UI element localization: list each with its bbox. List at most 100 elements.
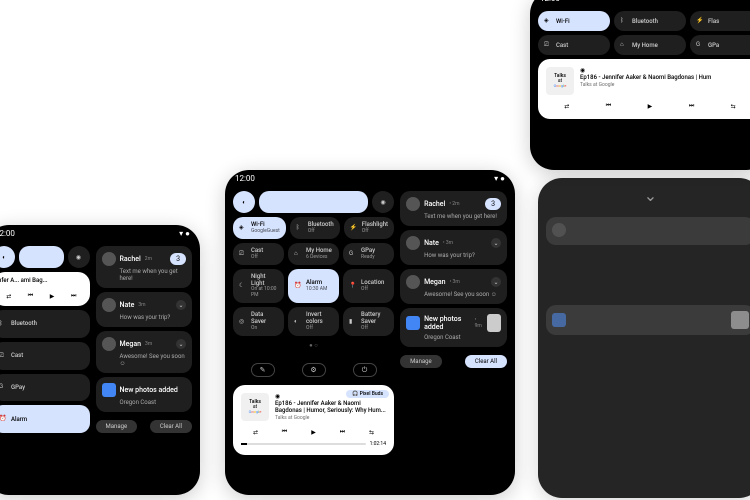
progress-bar[interactable] — [241, 443, 366, 445]
qs-home[interactable]: ⌂My Home — [614, 35, 686, 55]
prev-icon[interactable]: ⏮ — [25, 291, 35, 301]
notif-nate[interactable]: Nate• 3m⌄ How was your trip? — [400, 230, 507, 265]
collapse-handle[interactable]: ⌄ — [538, 178, 750, 213]
qs-flashlight[interactable]: ⚡FlashlightOff — [344, 217, 394, 239]
qs-wifi[interactable]: ◈Wi-Fi — [538, 11, 610, 31]
status-icons: ▾ ● — [494, 174, 505, 183]
qs-cast[interactable]: ⎚Cast — [0, 342, 90, 370]
avatar — [102, 337, 116, 351]
notif-rachel[interactable]: Rachel• 2m3 Text me when you get here! — [400, 191, 507, 226]
notif-nate[interactable]: Nate3m⌄ How was your trip? — [96, 292, 193, 327]
status-bar: 12:00 — [530, 0, 750, 7]
chevron-down-icon[interactable]: ⌄ — [491, 277, 501, 287]
clock: 12:00 — [235, 174, 255, 183]
avatar — [406, 197, 420, 211]
qs-gpay[interactable]: GGPa — [690, 35, 750, 55]
brightness-slider[interactable] — [259, 191, 368, 213]
media-card[interactable]: 🎧 Pixel Buds Talks at Google ◉ Ep186 - J… — [233, 385, 394, 455]
notif-megan[interactable]: Megan3m⌄ Awesome! See you soon ☺ — [96, 331, 193, 373]
alarm-icon: ⏰ — [0, 415, 7, 423]
notif-photos[interactable]: New photos added• 9m Oregon Coast — [400, 308, 507, 347]
settings-button[interactable]: ⚙ — [302, 363, 326, 377]
photos-icon — [406, 316, 420, 330]
play-icon[interactable]: ▶ — [645, 101, 655, 111]
media-subtitle: Talks at Google — [580, 82, 750, 88]
qs-wifi[interactable]: ◈Wi-FiGoogleGuest — [233, 217, 286, 239]
qs-gpay[interactable]: GGPayReady — [343, 243, 394, 265]
qs-gpay[interactable]: GGPay — [0, 374, 90, 402]
invert-icon: ◐ — [294, 318, 302, 326]
media-card[interactable]: Talks at Google ◉ Ep186 - Jennifer Aaker… — [538, 59, 750, 119]
output-badge[interactable]: 🎧 Pixel Buds — [346, 390, 389, 398]
media-title: Ep186 - Jennifer Aaker & Naomi Bagdonas … — [275, 400, 386, 414]
media-card[interactable]: nfer A... ami Bag... ⇄ ⏮ ▶ ⏭ — [0, 272, 90, 306]
qs-datasaver[interactable]: ◎Data SaverOn — [233, 307, 284, 336]
play-icon[interactable]: ▶ — [309, 427, 319, 437]
notif-dimmed-1[interactable] — [546, 217, 750, 245]
brightness-toggle[interactable]: ◐ — [0, 246, 15, 268]
expand-toggle[interactable]: ◉ — [372, 191, 394, 213]
notif-dimmed-2[interactable] — [546, 305, 750, 335]
power-button[interactable]: ⏻ — [353, 363, 377, 377]
next-icon[interactable]: ⏭ — [687, 101, 697, 111]
notif-rachel[interactable]: Rachel2m3 Text me when you get here! — [96, 246, 193, 288]
repeat-icon[interactable]: ⇆ — [367, 427, 377, 437]
qs-invert[interactable]: ◐Invert colorsOff — [288, 307, 339, 336]
media-subtitle: Talks at Google — [275, 415, 386, 421]
qs-bluetooth[interactable]: ᛒBluetoothOff — [290, 217, 340, 239]
repeat-icon[interactable]: ⇆ — [728, 101, 738, 111]
home-icon: ⌂ — [294, 250, 302, 258]
chevron-down-icon[interactable]: ⌄ — [176, 300, 186, 310]
bluetooth-icon: ᛒ — [0, 320, 7, 328]
notif-photos[interactable]: New photos added Oregon Coast — [96, 377, 193, 412]
media-title: Ep186 - Jennifer Aaker & Naomi Bagdonas … — [580, 74, 750, 81]
google-logo: Google — [249, 410, 262, 414]
tablet-center: 12:00 ▾ ● ◐ ◉ ◈Wi-FiGoogleGuest ᛒBluetoo… — [225, 170, 515, 495]
shuffle-icon[interactable]: ⇄ — [251, 427, 261, 437]
location-icon: 📍 — [349, 282, 357, 290]
edit-button[interactable]: ✎ — [251, 363, 275, 377]
clear-all-button[interactable]: Clear All — [465, 355, 507, 368]
qs-nightlight[interactable]: ☾Night LightOn at 10:00 PM — [233, 269, 284, 303]
qs-flashlight[interactable]: ⚡Flas — [690, 11, 750, 31]
shuffle-icon[interactable]: ⇄ — [4, 291, 14, 301]
media-title: nfer A... ami Bag... — [0, 277, 85, 284]
chevron-down-icon[interactable]: ⌄ — [176, 339, 186, 349]
clear-all-button[interactable]: Clear All — [150, 420, 192, 433]
next-icon[interactable]: ⏭ — [69, 291, 79, 301]
photo-thumbnail — [731, 311, 749, 329]
status-bar: 12:00 ▾ ● — [0, 225, 200, 242]
next-icon[interactable]: ⏭ — [338, 427, 348, 437]
qs-alarm[interactable]: ⏰Alarm10:30 AM — [288, 269, 339, 303]
notif-count-badge: 3 — [170, 253, 186, 265]
qs-bluetooth[interactable]: ᛒBluetooth — [614, 11, 686, 31]
qs-battery[interactable]: ▮Battery SaverOff — [343, 307, 394, 336]
manage-button[interactable]: Manage — [96, 420, 138, 433]
manage-button[interactable]: Manage — [400, 355, 442, 368]
shuffle-icon[interactable]: ⇄ — [562, 101, 572, 111]
prev-icon[interactable]: ⏮ — [280, 427, 290, 437]
expand-toggle[interactable]: ◉ — [68, 246, 90, 268]
bluetooth-icon: ᛒ — [296, 224, 304, 232]
qs-alarm[interactable]: ⏰Alarm — [0, 405, 90, 433]
qs-location[interactable]: 📍LocationOff — [343, 269, 394, 303]
duration: 1:02:14 — [370, 441, 386, 447]
notif-actions: Manage Clear All — [400, 355, 507, 368]
media-artwork: Talks at Google — [241, 393, 269, 421]
qs-home[interactable]: ⌂My Home6 Devices — [288, 243, 339, 265]
qs-bluetooth[interactable]: ᛒBluetooth — [0, 310, 90, 338]
chevron-down-icon[interactable]: ⌄ — [491, 238, 501, 248]
prev-icon[interactable]: ⏮ — [603, 101, 613, 111]
notif-megan[interactable]: Megan• 3m⌄ Awesome! See you soon ☺ — [400, 269, 507, 304]
clock: 12:00 — [540, 0, 560, 3]
alarm-icon: ⏰ — [294, 282, 302, 290]
google-logo: Google — [554, 84, 567, 88]
brightness-slider[interactable] — [19, 246, 64, 268]
qs-cast[interactable]: ⎚Cast — [538, 35, 610, 55]
wifi-icon: ◈ — [544, 17, 552, 25]
gpay-icon: G — [349, 250, 357, 258]
play-icon[interactable]: ▶ — [47, 291, 57, 301]
brightness-toggle[interactable]: ◐ — [233, 191, 255, 213]
tablet-small-left: 12:00 ▾ ● ◐ ◉ nfer A... ami Bag... ⇄ ⏮ ▶ — [0, 225, 200, 495]
qs-cast[interactable]: ⎚CastOff — [233, 243, 284, 265]
